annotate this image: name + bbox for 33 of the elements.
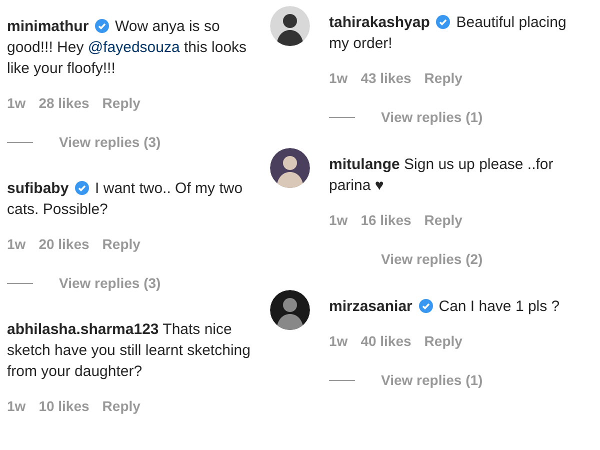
- comment-text: abhilasha.sharma123 Thats nice sketch have you still learnt sketching from your daughter?: [7, 320, 252, 382]
- comment-age: 1w: [7, 396, 26, 416]
- reply-button[interactable]: Reply: [424, 330, 462, 352]
- reply-button[interactable]: Reply: [424, 210, 462, 230]
- reply-button[interactable]: Reply: [102, 234, 140, 254]
- comment-age: 1w: [329, 68, 348, 88]
- like-count: 40 likes: [360, 332, 412, 350]
- view-replies-link[interactable]: View replies (2): [381, 248, 483, 270]
- avatar[interactable]: [270, 290, 310, 330]
- comment-age: 1w: [329, 332, 348, 350]
- comment-age: 1w: [329, 210, 348, 230]
- like-count: 28 likes: [38, 94, 90, 112]
- view-replies-link[interactable]: View replies (1): [381, 106, 483, 128]
- view-replies-link[interactable]: View replies (1): [381, 370, 483, 390]
- reply-button[interactable]: Reply: [424, 68, 462, 88]
- reply-button[interactable]: Reply: [102, 92, 140, 114]
- avatar[interactable]: [270, 6, 310, 46]
- view-replies-link[interactable]: View replies (3): [59, 132, 161, 152]
- view-replies-link[interactable]: View replies (3): [59, 272, 161, 294]
- comment-text: tahirakashyap Beautiful placing my order!: [329, 13, 568, 54]
- like-count: 16 likes: [360, 210, 412, 230]
- comment-text: minimathur Wow anya is so good!!! Hey @fayedsouza this looks like your floofy!!!: [7, 17, 248, 79]
- comment-text: sufibaby I want two.. Of my two cats. Possible?: [7, 179, 244, 220]
- avatar[interactable]: [270, 148, 310, 188]
- comment-age: 1w: [7, 94, 26, 112]
- comment-text: mirzasaniar Can I have 1 pls ?: [329, 297, 561, 317]
- like-count: 20 likes: [38, 234, 90, 254]
- mention-link[interactable]: @fayedsouza: [88, 39, 180, 56]
- like-count: 43 likes: [360, 68, 412, 88]
- comment-text: mitulange Sign us up please ..for parina ♥: [329, 155, 554, 196]
- comment-age: 1w: [7, 234, 26, 254]
- like-count: 10 likes: [38, 396, 90, 416]
- reply-button[interactable]: Reply: [102, 396, 140, 416]
